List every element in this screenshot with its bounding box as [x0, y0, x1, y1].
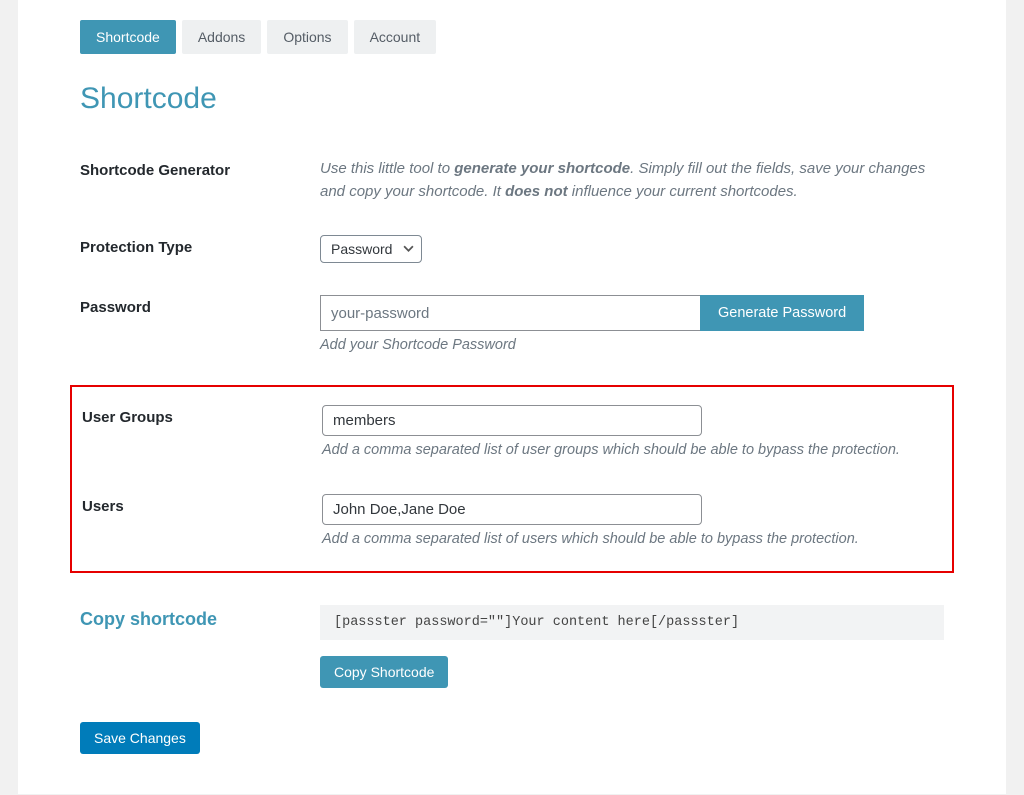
- tab-shortcode[interactable]: Shortcode: [80, 20, 176, 54]
- highlight-box: User Groups Add a comma separated list o…: [70, 385, 954, 573]
- shortcode-generator-intro: Use this little tool to generate your sh…: [320, 158, 944, 203]
- password-hint: Add your Shortcode Password: [320, 337, 944, 353]
- user-groups-hint: Add a comma separated list of user group…: [322, 442, 942, 458]
- user-groups-input[interactable]: [322, 405, 702, 436]
- users-input[interactable]: [322, 494, 702, 525]
- generate-password-button[interactable]: Generate Password: [700, 295, 864, 331]
- tab-options[interactable]: Options: [267, 20, 347, 54]
- protection-type-label: Protection Type: [80, 235, 320, 256]
- copy-shortcode-button[interactable]: Copy Shortcode: [320, 656, 448, 688]
- protection-type-select[interactable]: Password: [320, 235, 422, 263]
- tabs-nav: Shortcode Addons Options Account: [80, 20, 944, 54]
- tab-account[interactable]: Account: [354, 20, 437, 54]
- user-groups-label: User Groups: [82, 405, 322, 426]
- shortcode-code: [passster password=""]Your content here[…: [320, 605, 944, 640]
- save-changes-button[interactable]: Save Changes: [80, 722, 200, 754]
- users-label: Users: [82, 494, 322, 515]
- tab-addons[interactable]: Addons: [182, 20, 261, 54]
- shortcode-generator-label: Shortcode Generator: [80, 158, 320, 179]
- copy-shortcode-label: Copy shortcode: [80, 605, 320, 630]
- password-input[interactable]: [320, 295, 700, 331]
- users-hint: Add a comma separated list of users whic…: [322, 531, 942, 547]
- password-label: Password: [80, 295, 320, 316]
- page-title: Shortcode: [80, 82, 944, 116]
